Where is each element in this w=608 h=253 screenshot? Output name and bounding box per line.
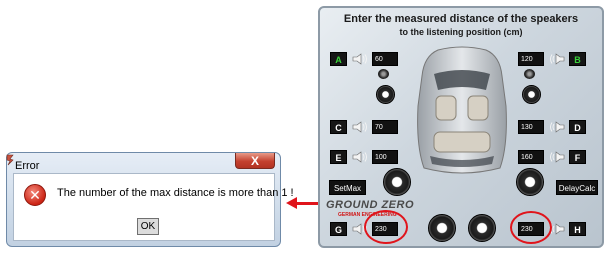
panel-subtitle: to the listening position (cm) — [399, 27, 523, 37]
dialog-title: Error — [15, 160, 40, 172]
woofer-icon — [468, 214, 496, 242]
tweeter-icon — [524, 69, 535, 79]
channel-label-c: C — [330, 120, 347, 134]
distance-input-b[interactable]: 120 — [518, 52, 544, 66]
app-icon — [6, 154, 14, 166]
distance-input-f[interactable]: 160 — [518, 150, 544, 164]
channel-label-d: D — [569, 120, 586, 134]
ok-button[interactable]: OK — [137, 218, 159, 235]
error-message: The number of the max distance is more t… — [57, 187, 294, 199]
speaker-icon — [352, 151, 367, 163]
close-button[interactable]: X — [235, 153, 275, 169]
woofer-icon — [516, 168, 544, 196]
tweeter-icon — [378, 69, 389, 79]
speaker-icon — [550, 121, 565, 133]
close-icon: X — [250, 154, 259, 168]
speaker-icon — [352, 121, 367, 133]
woofer-icon — [383, 168, 411, 196]
highlight-ring-g — [364, 210, 408, 244]
speaker-distance-panel: Enter the measured distance of the speak… — [318, 6, 604, 248]
error-icon: ✕ — [24, 184, 46, 206]
woofer-icon — [428, 214, 456, 242]
error-dialog: Error X ✕ The number of the max distance… — [6, 152, 294, 247]
woofer-icon — [522, 85, 541, 104]
distance-input-e[interactable]: 100 — [372, 150, 398, 164]
channel-label-b: B — [569, 52, 586, 66]
arrow-left-icon — [286, 197, 297, 209]
screenshot: Error X ✕ The number of the max distance… — [0, 0, 608, 253]
setmax-button[interactable]: SetMax — [329, 180, 366, 195]
speaker-icon — [550, 151, 565, 163]
distance-input-d[interactable]: 130 — [518, 120, 544, 134]
channel-label-a: A — [330, 52, 347, 66]
speaker-icon — [550, 53, 565, 65]
channel-label-f: F — [569, 150, 586, 164]
dialog-body: ✕ The number of the max distance is more… — [13, 173, 294, 241]
speaker-icon — [352, 53, 367, 65]
panel-title: Enter the measured distance of the speak… — [343, 13, 579, 25]
distance-input-a[interactable]: 60 — [372, 52, 398, 66]
error-icon-glyph: ✕ — [29, 187, 41, 203]
delaycalc-button[interactable]: DelayCalc — [556, 180, 598, 195]
highlight-ring-h — [510, 211, 552, 244]
distance-input-c[interactable]: 70 — [372, 120, 398, 134]
channel-label-h: H — [569, 222, 586, 236]
channel-label-e: E — [330, 150, 347, 164]
car-top-view-icon — [417, 46, 507, 174]
channel-label-g: G — [330, 222, 347, 236]
arrow-shaft — [296, 202, 319, 205]
woofer-icon — [376, 85, 395, 104]
brand-name: GROUND ZERO — [326, 199, 414, 211]
